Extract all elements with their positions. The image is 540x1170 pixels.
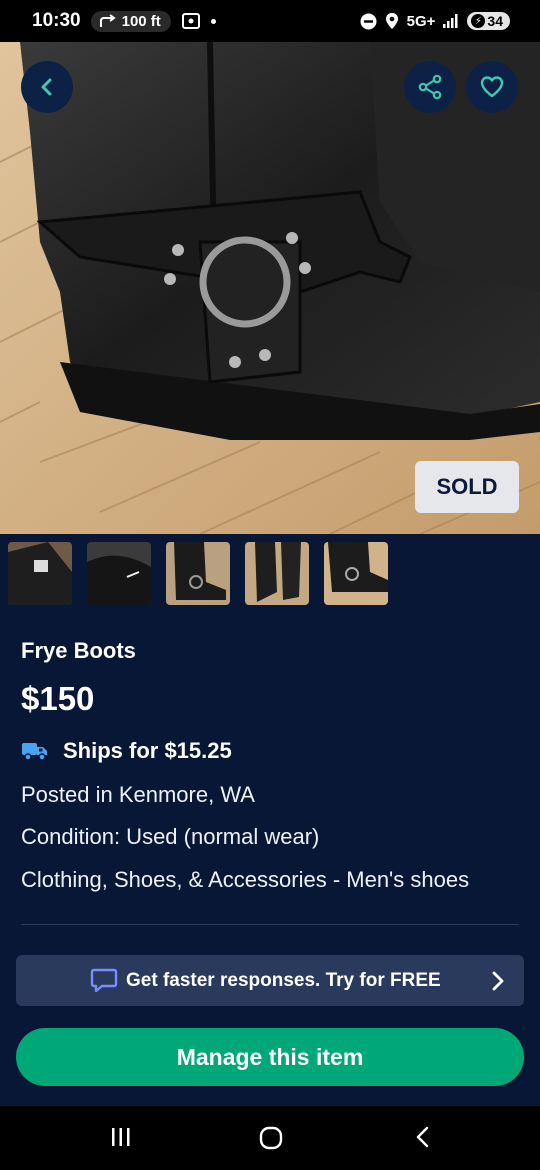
notification-dot [210,18,216,24]
manage-item-button[interactable]: Manage this item [16,1028,524,1086]
item-condition: Condition: Used (normal wear) [21,824,320,849]
share-button[interactable] [404,61,456,113]
home-button[interactable] [259,1126,283,1155]
chevron-right-icon [492,971,504,990]
back-button[interactable] [21,61,73,113]
system-navigation-bar [0,1106,540,1170]
charging-icon: ⚡ [471,14,486,28]
recent-apps-button[interactable] [110,1126,132,1153]
listing-title: Frye Boots [21,638,136,663]
signal-icon [443,14,458,28]
truck-icon [22,743,47,761]
thumbnail-4[interactable] [245,542,309,605]
thumbnail-5[interactable] [324,542,388,605]
navigation-distance-pill: 100 ft [90,10,171,32]
favorite-button[interactable] [466,61,518,113]
divider [21,924,519,925]
promo-text: Get faster responses. Try for FREE [126,969,441,991]
share-icon [418,74,442,100]
recent-apps-icon [112,1128,130,1146]
heart-icon [480,76,504,98]
thumbnail-3[interactable] [166,542,230,605]
promo-banner[interactable]: Get faster responses. Try for FREE [16,955,524,1006]
home-icon [259,1126,283,1150]
battery-level: 34 [487,13,503,29]
battery-indicator: ⚡ 34 [467,12,510,30]
sold-badge: SOLD [415,461,519,513]
status-time: 10:30 [32,10,81,31]
location-icon [385,13,398,29]
shipping-info: Ships for $15.25 [21,738,232,764]
back-nav-button[interactable] [414,1126,432,1153]
chat-bubble-icon [90,968,118,993]
network-type: 5G+ [406,12,436,30]
shipping-text: Ships for $15.25 [63,738,232,763]
nav-distance: 100 ft [121,12,161,30]
thumbnail-strip [8,542,388,605]
listing-price: $150 [21,680,95,717]
chevron-left-icon [41,78,52,96]
status-bar: 10:30 100 ft 5G+ ⚡ 34 [0,0,540,42]
turn-arrow-icon [99,14,116,27]
screenshot-icon [181,13,200,29]
posted-location: Posted in Kenmore, WA [21,782,255,807]
do-not-disturb-icon [360,13,377,29]
thumbnail-1[interactable] [8,542,72,605]
thumbnail-2[interactable] [87,542,151,605]
listing-photo[interactable]: SOLD [0,42,540,534]
back-arrow-icon [416,1126,429,1148]
item-category[interactable]: Clothing, Shoes, & Accessories - Men's s… [21,867,469,893]
